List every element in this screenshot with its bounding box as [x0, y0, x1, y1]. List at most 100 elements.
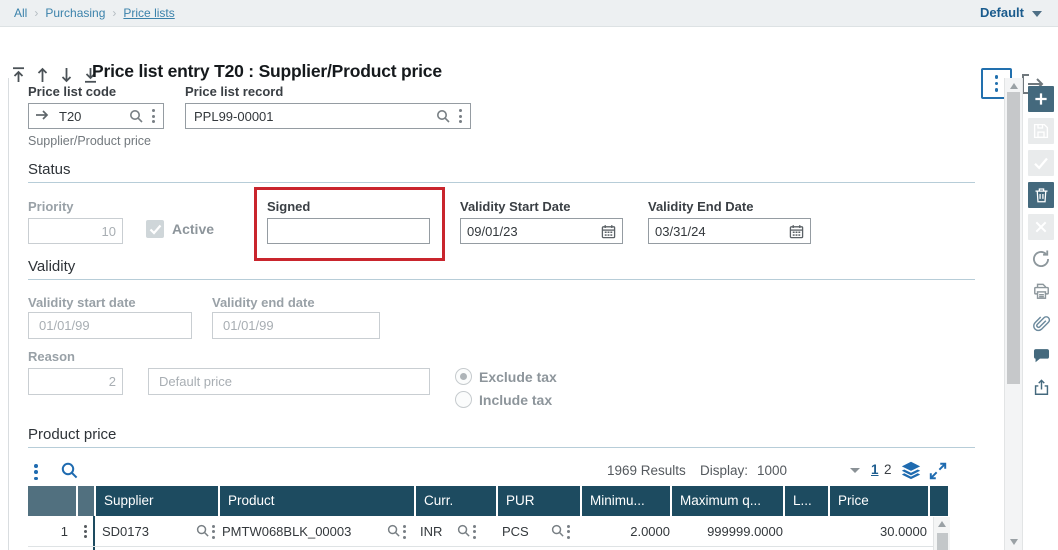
page-scrollbar[interactable] — [1004, 78, 1023, 550]
column-header-l[interactable]: L... — [785, 486, 828, 516]
lookup-icon[interactable] — [386, 523, 401, 541]
next-record-icon[interactable] — [58, 65, 75, 85]
previous-record-icon[interactable] — [34, 65, 51, 85]
price-list-record-field[interactable]: PPL99-00001 — [185, 103, 471, 129]
cell-max-qty[interactable]: 999999.0000 — [672, 517, 783, 546]
include-tax-radio — [455, 391, 472, 408]
header-scroll-column — [930, 486, 948, 516]
price-list-code-field[interactable]: T20 — [28, 103, 164, 129]
jump-to-record-icon[interactable] — [35, 109, 50, 124]
print-button[interactable] — [1028, 278, 1054, 304]
breadcrumb-purchasing[interactable]: Purchasing — [45, 6, 105, 20]
validity-end-field: 01/01/99 — [212, 312, 380, 339]
priority-value: 10 — [101, 223, 116, 239]
column-header-maximum[interactable]: Maximum q... — [672, 486, 783, 516]
grid-search-icon[interactable] — [60, 461, 79, 485]
workspace-selector[interactable]: Default — [980, 5, 1024, 20]
column-header-minimum[interactable]: Minimu... — [582, 486, 670, 516]
attachments-button[interactable] — [1028, 310, 1054, 336]
breadcrumb: All › Purchasing › Price lists — [0, 0, 1058, 27]
expand-grid-icon[interactable] — [929, 462, 947, 485]
validity-start-label: Validity start date — [28, 295, 136, 310]
scroll-down-icon[interactable] — [1009, 539, 1018, 545]
price-list-code-value[interactable]: T20 — [59, 109, 81, 124]
layers-icon[interactable] — [900, 459, 922, 486]
header-rowmenu-column — [78, 486, 94, 516]
reason-code-field: 2 — [28, 368, 123, 395]
plus-icon — [1035, 93, 1047, 105]
cancel-button — [1028, 214, 1054, 240]
display-label: Display: — [700, 463, 749, 478]
reason-text-field: Default price — [148, 368, 430, 395]
column-header-pur[interactable]: PUR — [498, 486, 580, 516]
scrollbar-thumb[interactable] — [1007, 92, 1020, 384]
speech-bubble-icon — [1033, 348, 1049, 362]
active-label: Active — [172, 221, 215, 237]
cell-landed[interactable] — [785, 517, 828, 546]
first-record-icon[interactable] — [10, 65, 27, 85]
lookup-icon[interactable] — [195, 523, 210, 541]
column-header-supplier[interactable]: Supplier — [96, 486, 218, 516]
cell-menu-icon[interactable] — [565, 523, 572, 541]
exclude-tax-radio — [455, 368, 472, 385]
row-number: 1 — [60, 524, 68, 539]
cell-unit[interactable]: PCS — [502, 517, 572, 546]
scroll-up-icon[interactable] — [1009, 83, 1018, 89]
column-header-currency[interactable]: Curr. — [416, 486, 496, 516]
lookup-icon[interactable] — [128, 108, 144, 124]
field-menu-icon[interactable] — [457, 107, 464, 125]
price-list-record-value[interactable]: PPL99-00001 — [194, 109, 274, 124]
cell-min-qty[interactable]: 2.0000 — [582, 517, 670, 546]
validity-end-date-field[interactable]: 03/31/24 — [648, 218, 811, 244]
cell-product[interactable]: PMTW068BLK_00003 — [222, 517, 408, 546]
include-tax-label: Include tax — [479, 392, 553, 408]
printer-icon — [1033, 283, 1049, 299]
signed-field[interactable] — [267, 218, 430, 244]
refresh-button[interactable] — [1028, 246, 1054, 272]
cell-price[interactable]: 30.0000 — [830, 517, 927, 546]
row-menu-icon[interactable] — [82, 523, 89, 540]
lookup-icon[interactable] — [435, 108, 451, 124]
column-header-price[interactable]: Price — [830, 486, 928, 516]
chevron-down-icon[interactable] — [850, 468, 860, 473]
cell-menu-icon[interactable] — [401, 523, 408, 541]
active-checkbox — [146, 220, 164, 238]
price-list-record-label: Price list record — [185, 84, 284, 99]
new-record-button[interactable] — [1028, 86, 1054, 112]
close-icon — [1035, 221, 1047, 233]
delete-button[interactable] — [1028, 182, 1054, 208]
scrollbar-thumb[interactable] — [936, 533, 948, 550]
validity-start-date-label: Validity Start Date — [460, 199, 571, 214]
field-menu-icon[interactable] — [150, 107, 157, 125]
validity-start-date-value[interactable]: 09/01/23 — [467, 224, 518, 239]
exclude-tax-label: Exclude tax — [479, 369, 557, 385]
grid-scrollbar[interactable] — [933, 517, 950, 550]
breadcrumb-price-lists[interactable]: Price lists — [123, 6, 174, 20]
cell-currency[interactable]: INR — [420, 517, 478, 546]
cell-supplier[interactable]: SD0173 — [102, 517, 217, 546]
column-header-product[interactable]: Product — [220, 486, 414, 516]
grid-menu-icon[interactable] — [32, 462, 40, 482]
share-button[interactable] — [1028, 374, 1054, 400]
comments-button[interactable] — [1028, 342, 1054, 368]
calendar-icon[interactable] — [601, 224, 616, 239]
signed-label: Signed — [267, 199, 311, 214]
scroll-up-icon[interactable] — [938, 521, 946, 527]
chevron-down-icon[interactable] — [1032, 11, 1042, 17]
lookup-icon[interactable] — [456, 523, 471, 541]
calendar-icon[interactable] — [789, 224, 804, 239]
trash-icon — [1034, 188, 1048, 203]
cell-menu-icon[interactable] — [210, 523, 217, 541]
page-2-link[interactable]: 2 — [884, 462, 892, 477]
validity-start-date-field[interactable]: 09/01/23 — [460, 218, 623, 244]
display-value[interactable]: 1000 — [757, 463, 787, 478]
cell-menu-icon[interactable] — [471, 523, 478, 541]
page-1-link[interactable]: 1 — [871, 462, 879, 477]
page-header: Price list entry T20 : Supplier/Product … — [0, 27, 1058, 99]
validity-end-date-value[interactable]: 03/31/24 — [655, 224, 706, 239]
priority-label: Priority — [28, 199, 74, 214]
lookup-icon[interactable] — [550, 523, 565, 541]
breadcrumb-all[interactable]: All — [14, 6, 27, 20]
section-divider — [28, 279, 975, 280]
export-icon — [1034, 378, 1048, 395]
